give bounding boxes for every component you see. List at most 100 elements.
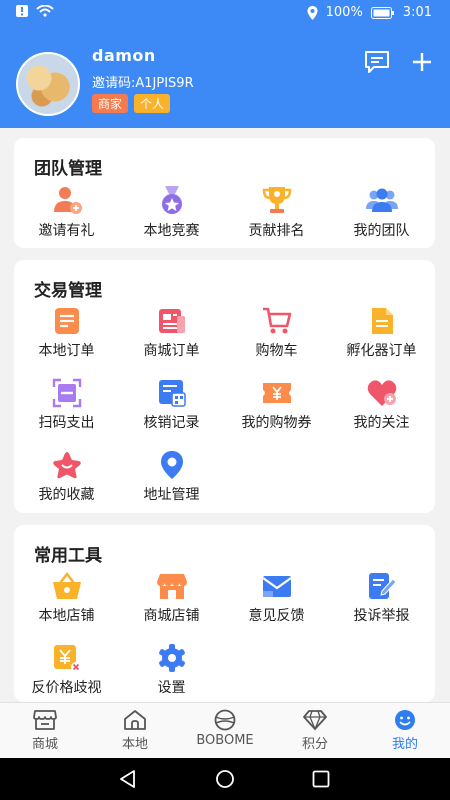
tab-label: 我的 (391, 737, 418, 752)
invite-code: 邀请码:A1JPIS9R (92, 76, 194, 91)
verify-record-icon (158, 380, 186, 407)
item-label: 我的关注 (353, 415, 410, 431)
item-label: 本地竞赛 (143, 223, 200, 239)
item-label: 我的购物券 (241, 415, 312, 431)
scan-icon (52, 378, 81, 408)
local-order-item[interactable]: 本地订单 (14, 306, 119, 360)
shop-icon (33, 710, 57, 730)
item-label: 贡献排名 (248, 223, 305, 239)
tab-label: 积分 (301, 737, 328, 752)
basket-icon (52, 572, 81, 599)
incubator-order-icon (371, 308, 393, 334)
price-icon (53, 645, 81, 672)
tab-label: BOBOME (196, 733, 254, 748)
item-label: 邀请有礼 (38, 223, 95, 239)
mall-store-item[interactable]: 商城店铺 (119, 571, 224, 625)
trade-management-card: 交易管理 本地订单 商城订单 购物车 孵化器订单 扫码支出 核销记录 我的购物券… (14, 260, 435, 513)
message-icon[interactable] (364, 50, 390, 74)
ball-icon (214, 709, 236, 731)
item-label: 购物车 (255, 343, 298, 359)
item-label: 地址管理 (143, 487, 200, 503)
my-favorites-item[interactable]: 我的收藏 (14, 450, 119, 504)
battery-icon (370, 6, 394, 19)
username: damon (92, 46, 156, 65)
trophy-icon (262, 187, 291, 213)
item-label: 设置 (157, 680, 186, 696)
coupon-icon (262, 383, 291, 403)
my-follow-item[interactable]: 我的关注 (329, 378, 434, 432)
my-team-item[interactable]: 我的团队 (329, 184, 434, 240)
verify-record-item[interactable]: 核销记录 (119, 378, 224, 432)
invite-icon (53, 187, 82, 214)
star-icon (52, 452, 81, 479)
tab-mine[interactable]: 我的 (360, 703, 450, 759)
back-icon[interactable] (118, 769, 138, 789)
cart-item[interactable]: 购物车 (224, 306, 329, 360)
system-nav-bar (0, 758, 450, 800)
item-label: 本地店铺 (38, 608, 95, 624)
mail-icon (261, 576, 292, 597)
avatar[interactable] (16, 52, 80, 116)
complaint-item[interactable]: 投诉举报 (329, 571, 434, 625)
location-pin-icon (307, 5, 318, 20)
merchant-tag: 商家 (92, 94, 129, 113)
add-icon[interactable] (410, 50, 434, 74)
team-management-card: 团队管理 邀请有礼 本地竞赛 贡献排名 我的团队 (14, 138, 435, 248)
scan-pay-item[interactable]: 扫码支出 (14, 378, 119, 432)
item-label: 商城订单 (143, 343, 200, 359)
team-icon (365, 188, 398, 212)
battery-percent: 100% (325, 5, 363, 20)
section-title: 团队管理 (34, 159, 102, 179)
bottom-tab-bar: 商城 本地 BOBOME 积分 我的 (0, 702, 450, 759)
personal-tag: 个人 (134, 94, 171, 113)
section-title: 常用工具 (34, 546, 102, 566)
item-label: 投诉举报 (353, 608, 410, 624)
tab-mall[interactable]: 商城 (0, 703, 90, 759)
tab-label: 本地 (121, 737, 148, 752)
address-management-item[interactable]: 地址管理 (119, 450, 224, 504)
item-label: 我的收藏 (38, 487, 95, 503)
item-label: 反价格歧视 (31, 680, 102, 696)
item-label: 孵化器订单 (346, 343, 417, 359)
common-tools-card: 常用工具 本地店铺 商城店铺 意见反馈 投诉举报 反价格歧视 设置 (14, 525, 435, 702)
store-icon (156, 574, 187, 599)
smile-icon (395, 710, 415, 730)
local-store-item[interactable]: 本地店铺 (14, 571, 119, 625)
profile-header: damon 邀请码:A1JPIS9R 商家 个人 (0, 28, 450, 128)
tab-local[interactable]: 本地 (90, 703, 180, 759)
item-label: 核销记录 (143, 415, 200, 431)
alert-icon (16, 5, 28, 17)
home-button-icon[interactable] (215, 769, 235, 789)
incubator-order-item[interactable]: 孵化器订单 (329, 306, 434, 360)
tab-points[interactable]: 积分 (270, 703, 360, 759)
section-title: 交易管理 (34, 281, 102, 301)
tab-bobome[interactable]: BOBOME (180, 703, 270, 759)
diamond-icon (303, 710, 327, 731)
clock: 3:01 (402, 5, 432, 20)
recents-icon[interactable] (312, 770, 330, 788)
order-icon (54, 308, 79, 334)
edit-doc-icon (368, 573, 397, 599)
tab-label: 商城 (31, 737, 58, 752)
local-contest-item[interactable]: 本地竞赛 (119, 184, 224, 240)
contribution-rank-item[interactable]: 贡献排名 (224, 184, 329, 240)
item-label: 我的团队 (353, 223, 410, 239)
item-label: 意见反馈 (248, 608, 305, 624)
anti-price-discrimination-item[interactable]: 反价格歧视 (14, 643, 119, 697)
settings-item[interactable]: 设置 (119, 643, 224, 697)
mall-order-item[interactable]: 商城订单 (119, 306, 224, 360)
location-icon (160, 451, 183, 479)
status-bar: 100% 3:01 (0, 0, 450, 28)
gear-icon (158, 644, 185, 672)
cart-icon (262, 307, 291, 334)
medal-icon (161, 186, 182, 214)
wifi-icon (36, 5, 54, 17)
item-label: 商城店铺 (143, 608, 200, 624)
item-label: 扫码支出 (38, 415, 95, 431)
feedback-item[interactable]: 意见反馈 (224, 571, 329, 625)
my-coupon-item[interactable]: 我的购物券 (224, 378, 329, 432)
mall-order-icon (158, 309, 185, 333)
item-label: 本地订单 (38, 343, 95, 359)
heart-icon (367, 380, 396, 406)
invite-item[interactable]: 邀请有礼 (14, 184, 119, 240)
